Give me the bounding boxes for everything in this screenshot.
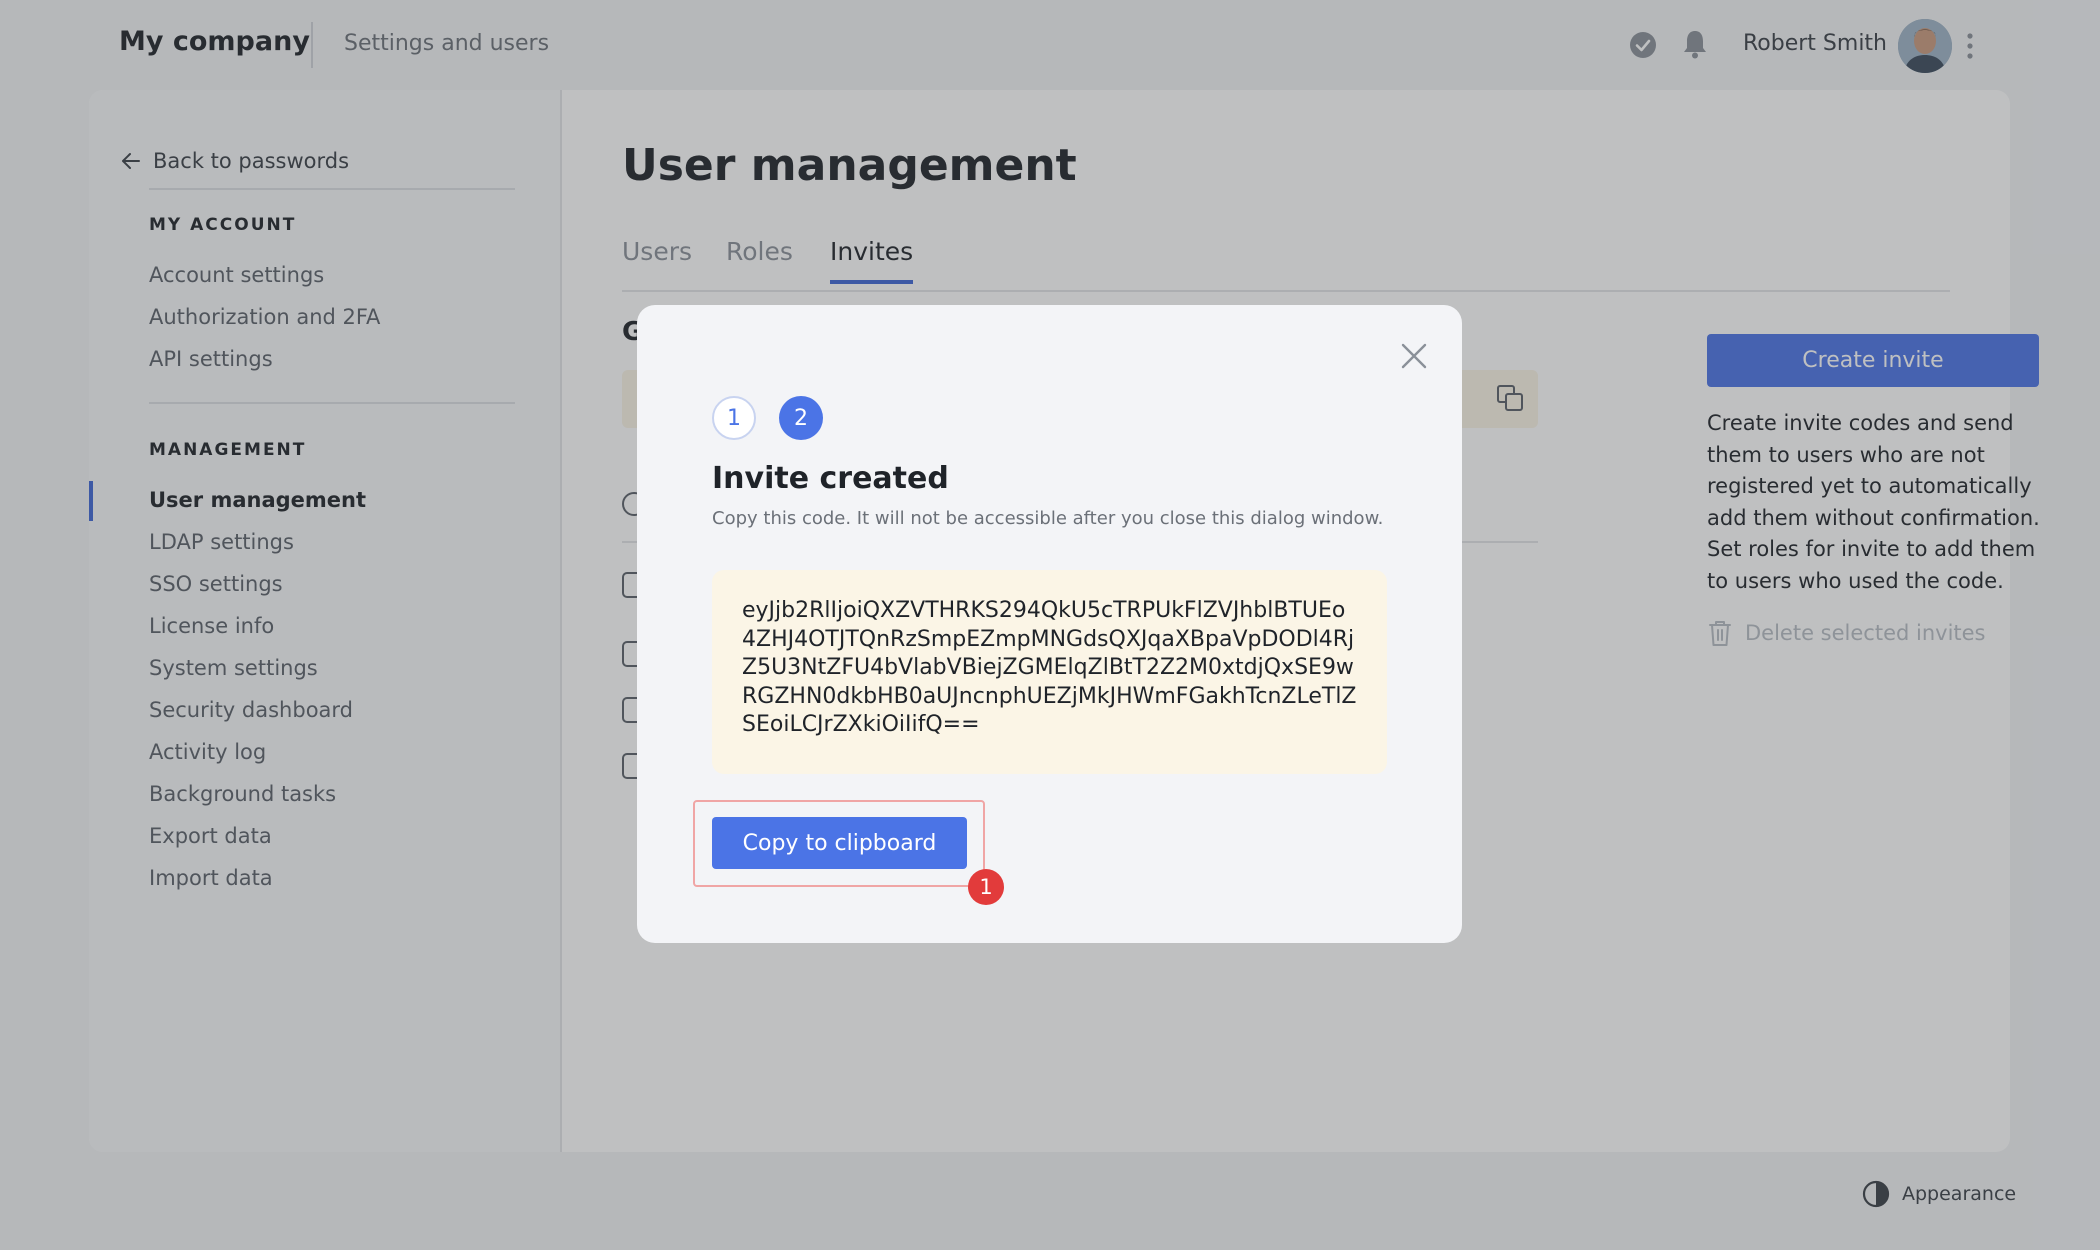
close-icon[interactable]: [1397, 339, 1431, 373]
invite-code-box: eyJjb2RlIjoiQXZVTHRKS294QkU5cTRPUkFlZVJh…: [712, 570, 1387, 774]
annotation-marker: 1: [968, 869, 1004, 905]
invite-code-text[interactable]: eyJjb2RlIjoiQXZVTHRKS294QkU5cTRPUkFlZVJh…: [742, 597, 1357, 740]
step-indicator-1: 1: [712, 396, 756, 440]
invite-created-dialog: 1 2 Invite created Copy this code. It wi…: [637, 305, 1462, 943]
dialog-subtitle: Copy this code. It will not be accessibl…: [712, 508, 1384, 529]
copy-to-clipboard-button[interactable]: Copy to clipboard: [712, 817, 967, 869]
dialog-title: Invite created: [712, 461, 949, 496]
step-indicator-2: 2: [779, 396, 823, 440]
